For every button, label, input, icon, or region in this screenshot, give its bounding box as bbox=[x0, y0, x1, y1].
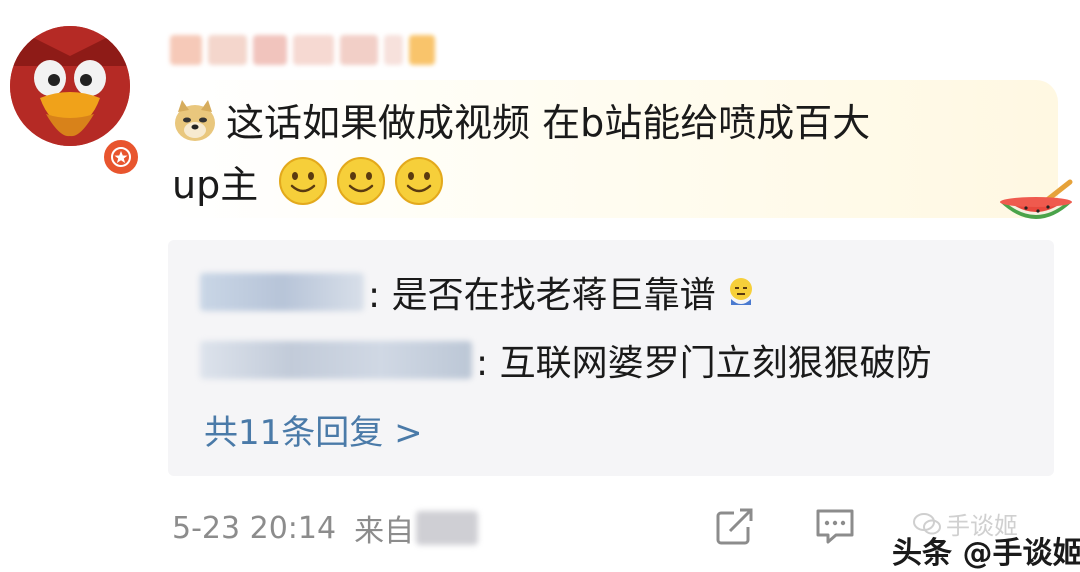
share-icon[interactable] bbox=[714, 505, 756, 547]
vip-badge-icon bbox=[100, 136, 142, 178]
timestamp: 5-23 20:14 bbox=[172, 510, 337, 546]
watermelon-icon bbox=[1000, 179, 1073, 219]
smile-icon bbox=[337, 157, 386, 205]
watermark-text: 头条 @手谈姬 bbox=[892, 536, 1080, 571]
avatar-image bbox=[10, 26, 130, 146]
reply-text: : 是否在找老蒋巨靠谱 bbox=[368, 275, 716, 316]
source-blurred bbox=[416, 511, 479, 545]
awkward-emoji-icon bbox=[729, 278, 752, 305]
reply-item-2[interactable]: : 互联网婆罗门立刻狠狠破防 bbox=[200, 334, 932, 386]
view-all-replies-link[interactable]: 共11条回复 > bbox=[204, 405, 423, 454]
comment-icon[interactable] bbox=[814, 505, 856, 547]
doge-icon bbox=[175, 100, 215, 141]
smile-icon bbox=[395, 157, 444, 205]
reply-username-blurred[interactable] bbox=[200, 341, 472, 379]
comment-meta: 5-23 20:14 来自 bbox=[172, 506, 479, 550]
reply-item-1[interactable]: : 是否在找老蒋巨靠谱 bbox=[200, 266, 758, 318]
user-avatar[interactable] bbox=[10, 26, 142, 178]
reply-text: : 互联网婆罗门立刻狠狠破防 bbox=[476, 343, 932, 384]
comment-line-1: 这话如果做成视频 在b站能给喷成百大 bbox=[226, 101, 871, 145]
reply-username-blurred[interactable] bbox=[200, 273, 364, 311]
comment-body: 这话如果做成视频 在b站能给喷成百大 up主 bbox=[172, 92, 1002, 216]
comment-line-2: up主 bbox=[172, 163, 259, 207]
smile-icon bbox=[279, 157, 328, 205]
source-prefix: 来自 bbox=[354, 514, 415, 549]
username-blurred[interactable] bbox=[170, 30, 435, 70]
